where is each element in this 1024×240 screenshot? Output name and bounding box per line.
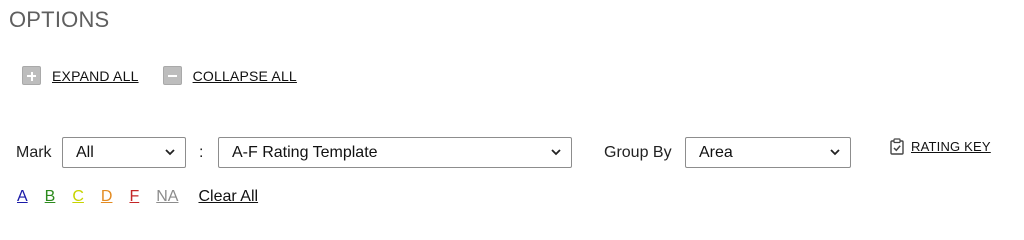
expand-all-label: EXPAND ALL bbox=[52, 67, 139, 84]
expand-all-button[interactable]: EXPAND ALL bbox=[22, 66, 139, 85]
plus-square-icon bbox=[22, 66, 41, 85]
template-select[interactable]: A-F Rating Template bbox=[218, 137, 572, 168]
clipboard-check-icon bbox=[889, 138, 905, 155]
group-by-select[interactable]: Area bbox=[685, 137, 851, 168]
rating-key-label: RATING KEY bbox=[911, 139, 991, 154]
grade-a-link[interactable]: A bbox=[17, 188, 28, 206]
clear-all-link[interactable]: Clear All bbox=[198, 188, 258, 206]
minus-square-icon bbox=[162, 66, 182, 85]
mark-label: Mark bbox=[16, 144, 52, 161]
chevron-down-icon bbox=[165, 147, 175, 157]
group-by-select-value: Area bbox=[699, 143, 733, 161]
grade-filters: A B C D F NA Clear All bbox=[17, 188, 258, 206]
page-title: OPTIONS bbox=[9, 7, 110, 32]
filter-row: Mark All : A-F Rating Template Group By … bbox=[16, 137, 1016, 168]
grade-b-link[interactable]: B bbox=[45, 188, 56, 206]
chevron-down-icon bbox=[830, 147, 840, 157]
collapse-all-button[interactable]: COLLAPSE ALL bbox=[162, 66, 297, 85]
grade-na-link[interactable]: NA bbox=[156, 188, 178, 206]
tree-controls: EXPAND ALL COLLAPSE ALL bbox=[22, 66, 297, 85]
mark-select-value: All bbox=[76, 143, 94, 161]
grade-f-link[interactable]: F bbox=[129, 188, 139, 206]
group-by-label: Group By bbox=[604, 144, 672, 161]
rating-key-link[interactable]: RATING KEY bbox=[889, 138, 991, 155]
grade-c-link[interactable]: C bbox=[72, 188, 84, 206]
mark-select[interactable]: All bbox=[62, 137, 186, 168]
mark-separator: : bbox=[199, 144, 204, 161]
grade-d-link[interactable]: D bbox=[101, 188, 113, 206]
template-select-value: A-F Rating Template bbox=[232, 143, 378, 161]
chevron-down-icon bbox=[551, 147, 561, 157]
collapse-all-label: COLLAPSE ALL bbox=[192, 67, 297, 84]
